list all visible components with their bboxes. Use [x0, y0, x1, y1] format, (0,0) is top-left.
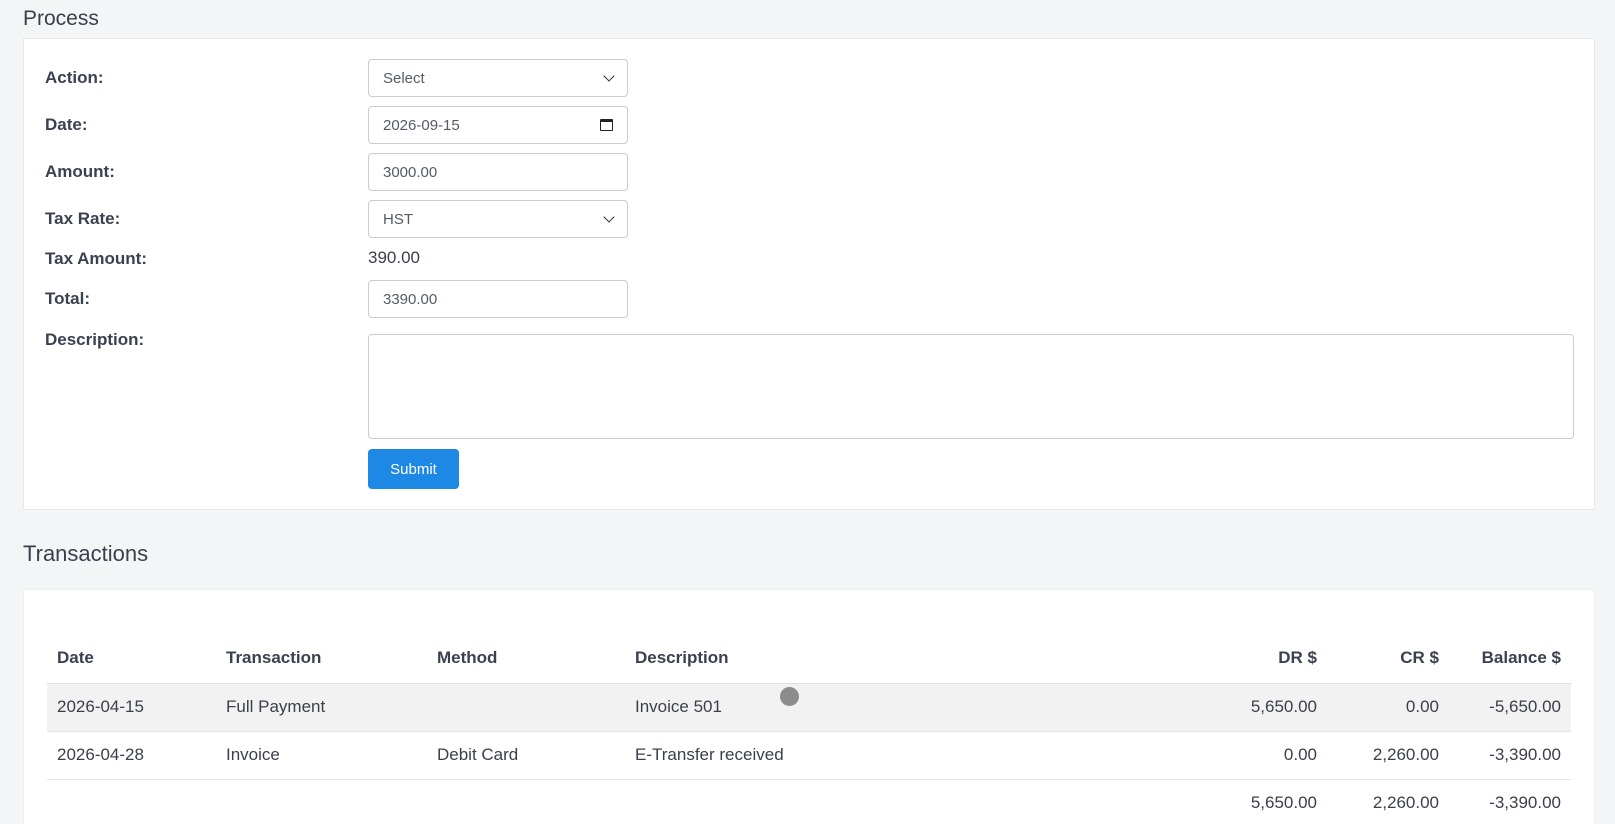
- tax-rate-select[interactable]: HST: [368, 200, 628, 238]
- tax-rate-select-value: HST: [383, 210, 413, 228]
- chevron-down-icon: [603, 70, 615, 82]
- total-input[interactable]: 3390.00: [368, 280, 628, 318]
- column-header-dr[interactable]: DR $: [1175, 634, 1327, 684]
- date-input[interactable]: 2026-09-15: [368, 106, 628, 144]
- cell-method: Debit Card: [427, 731, 625, 780]
- cell-cr: 2,260.00: [1327, 731, 1449, 780]
- tax-amount-value: 390.00: [368, 248, 420, 267]
- total-input-value: 3390.00: [383, 290, 438, 308]
- amount-input[interactable]: 3000.00: [368, 153, 628, 191]
- amount-input-value: 3000.00: [383, 163, 438, 181]
- transactions-section-title: Transactions: [23, 541, 149, 566]
- tax-rate-label: Tax Rate:: [45, 209, 121, 228]
- date-input-value: 2026-09-15: [383, 116, 460, 134]
- action-label: Action:: [45, 68, 104, 87]
- process-section-title: Process: [23, 7, 99, 30]
- transactions-table: Date Transaction Method Description DR $…: [47, 634, 1571, 824]
- cell-date: 2026-04-28: [47, 731, 216, 780]
- cell-empty: [216, 779, 427, 824]
- chevron-down-icon: [603, 211, 615, 223]
- column-header-cr[interactable]: CR $: [1327, 634, 1449, 684]
- total-balance: -3,390.00: [1449, 779, 1571, 824]
- cell-empty: [427, 779, 625, 824]
- submit-button[interactable]: Submit: [368, 449, 459, 489]
- cell-dr: 0.00: [1175, 731, 1327, 780]
- mouse-cursor-indicator: [780, 687, 799, 706]
- calendar-icon[interactable]: [600, 119, 613, 131]
- total-dr: 5,650.00: [1175, 779, 1327, 824]
- total-cr: 2,260.00: [1327, 779, 1449, 824]
- cell-transaction: Invoice: [216, 731, 427, 780]
- cell-empty: [625, 779, 1175, 824]
- cell-balance: -5,650.00: [1449, 683, 1571, 732]
- column-header-date[interactable]: Date: [47, 634, 216, 684]
- cell-dr: 5,650.00: [1175, 683, 1327, 732]
- date-label: Date:: [45, 115, 88, 134]
- action-select-value: Select: [383, 69, 425, 87]
- action-select[interactable]: Select: [368, 59, 628, 97]
- cell-date: 2026-04-15: [47, 683, 216, 732]
- amount-label: Amount:: [45, 162, 115, 181]
- transactions-panel: Date Transaction Method Description DR $…: [23, 589, 1595, 824]
- column-header-transaction[interactable]: Transaction: [216, 634, 427, 684]
- column-header-description[interactable]: Description: [625, 634, 1175, 684]
- cell-empty: [47, 779, 216, 824]
- cell-description: Invoice 501: [625, 683, 1175, 732]
- cell-description: E-Transfer received: [625, 731, 1175, 780]
- cell-method: [427, 683, 625, 732]
- table-row[interactable]: 2026-04-28 Invoice Debit Card E-Transfer…: [47, 731, 1571, 780]
- description-label: Description:: [45, 330, 145, 349]
- cell-transaction: Full Payment: [216, 683, 427, 732]
- total-label: Total:: [45, 289, 91, 308]
- table-row[interactable]: 2026-04-15 Full Payment Invoice 501 5,65…: [47, 683, 1571, 732]
- column-header-method[interactable]: Method: [427, 634, 625, 684]
- cell-cr: 0.00: [1327, 683, 1449, 732]
- process-form: Action: Select Date: 2026-09-15 Amount: …: [23, 38, 1595, 510]
- column-header-balance[interactable]: Balance $: [1449, 634, 1571, 684]
- description-textarea[interactable]: [368, 334, 1574, 439]
- totals-row: 5,650.00 2,260.00 -3,390.00: [47, 779, 1571, 824]
- cell-balance: -3,390.00: [1449, 731, 1571, 780]
- table-header-row: Date Transaction Method Description DR $…: [47, 634, 1571, 684]
- tax-amount-label: Tax Amount:: [45, 249, 147, 268]
